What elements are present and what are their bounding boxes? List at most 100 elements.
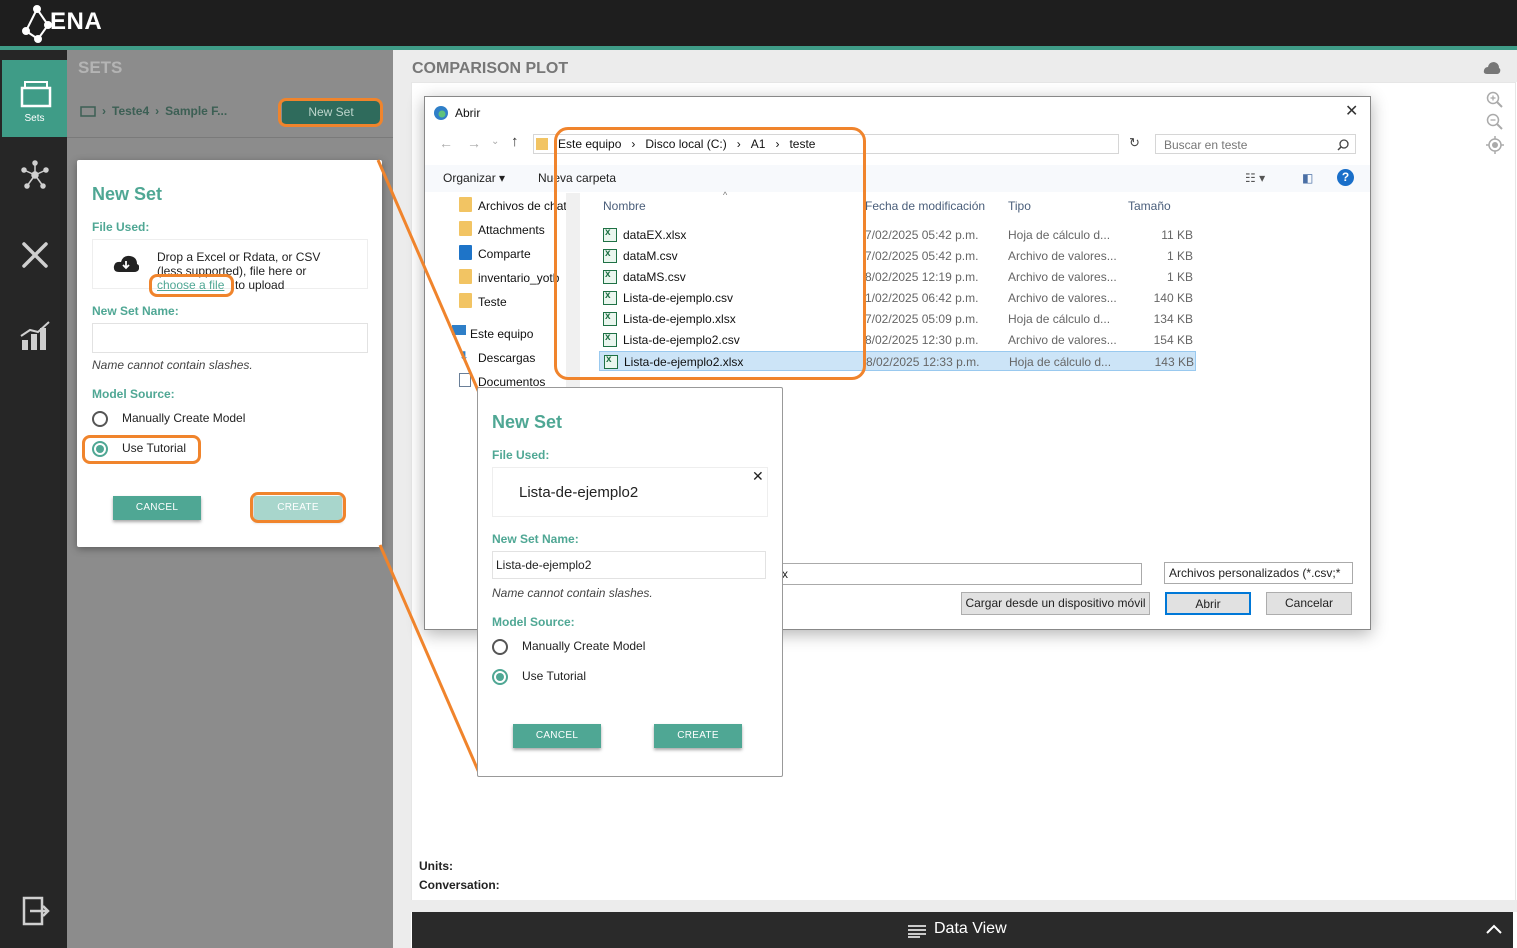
file-date: 8/02/2025 12:19 p.m.	[865, 270, 979, 284]
tools-icon[interactable]	[18, 238, 52, 272]
new-set-button[interactable]: New Set	[282, 101, 380, 124]
load-from-mobile-button[interactable]: Cargar desde un dispositivo móvil	[961, 592, 1150, 615]
chevron-up-icon[interactable]	[1486, 923, 1502, 935]
breadcrumb-item[interactable]: Sample F...	[165, 104, 227, 118]
path-segment[interactable]: Disco local (C:)	[645, 137, 726, 151]
back-arrow-icon[interactable]: ←	[439, 135, 453, 151]
sort-chevron-icon: ^	[723, 190, 728, 200]
view-options-icon[interactable]: ☷ ▾	[1245, 171, 1265, 185]
radio-manual-label: Manually Create Model	[122, 411, 246, 425]
file-type: Archivo de valores...	[1008, 249, 1117, 263]
computer-icon	[452, 325, 466, 335]
data-view-bar[interactable]: Data View	[412, 912, 1513, 948]
file-row[interactable]: dataM.csv 7/02/2025 05:42 p.m. Archivo d…	[599, 246, 1196, 266]
tree-item[interactable]: Comparte	[478, 247, 531, 261]
tree-item[interactable]: Este equipo	[470, 327, 533, 341]
new-set-name-label: New Set Name:	[492, 532, 579, 546]
dialog-title: New Set	[92, 184, 163, 204]
tree-item[interactable]: inventario_yotb	[478, 271, 566, 285]
search-icon	[1337, 139, 1349, 151]
choose-file-link[interactable]: choose a file	[157, 278, 224, 292]
file-row[interactable]: Lista-de-ejemplo.xlsx 7/02/2025 05:09 p.…	[599, 309, 1196, 329]
file-row[interactable]: dataEX.xlsx 7/02/2025 05:42 p.m. Hoja de…	[599, 225, 1196, 245]
file-name-input[interactable]: x	[777, 563, 1142, 585]
file-size: 1 KB	[1166, 249, 1193, 263]
file-row[interactable]: Lista-de-ejemplo2.csv 8/02/2025 12:30 p.…	[599, 330, 1196, 350]
search-input[interactable]: Buscar en teste	[1155, 134, 1356, 154]
file-row[interactable]: dataMS.csv 8/02/2025 12:19 p.m. Archivo …	[599, 267, 1196, 287]
cancel-button[interactable]: CANCEL	[513, 724, 601, 748]
file-type: Hoja de cálculo d...	[1008, 228, 1111, 242]
tree-item[interactable]: Descargas	[478, 351, 535, 365]
file-dropzone[interactable]: Drop a Excel or Rdata, or CSV (less supp…	[92, 239, 368, 292]
cloud-download-icon[interactable]	[1483, 61, 1501, 75]
column-header-type[interactable]: Tipo	[1008, 199, 1031, 213]
folder-icon	[536, 138, 548, 150]
close-icon[interactable]: ✕	[752, 468, 764, 485]
list-icon	[908, 925, 926, 938]
file-type-filter[interactable]: Archivos personalizados (*.csv;*	[1164, 562, 1353, 584]
logout-icon[interactable]	[18, 894, 52, 928]
column-header-date[interactable]: Fecha de modificación	[865, 199, 985, 213]
file-size: 143 KB	[1154, 355, 1194, 369]
sets-title: SETS	[78, 58, 123, 77]
forward-arrow-icon[interactable]: →	[467, 135, 481, 151]
up-arrow-icon[interactable]: ↑	[511, 133, 519, 150]
drop-instructions: Drop a Excel or Rdata, or CSV (less supp…	[157, 250, 321, 278]
tree-item[interactable]: Attachments	[478, 223, 545, 237]
column-header-size[interactable]: Tamaño	[1128, 199, 1171, 213]
plot-footer-bg	[393, 900, 1517, 912]
organize-label: Organizar	[443, 171, 496, 185]
file-row[interactable]: Lista-de-ejemplo.csv 1/02/2025 06:42 p.m…	[599, 288, 1196, 308]
file-type: Archivo de valores...	[1008, 333, 1117, 347]
folder-icon	[459, 269, 472, 284]
help-icon[interactable]: ?	[1337, 169, 1354, 186]
plot-gutter	[393, 50, 411, 948]
address-bar[interactable]: Este equipo › Disco local (C:) › A1 › teste	[533, 134, 1119, 154]
breadcrumb: › Teste4 › Sample F...	[80, 104, 227, 118]
radio-manual[interactable]	[92, 411, 108, 427]
file-name: Lista-de-ejemplo.xlsx	[623, 312, 736, 326]
radio-manual[interactable]	[492, 639, 508, 655]
path-segment[interactable]: Este equipo	[558, 137, 621, 151]
create-button[interactable]: CREATE	[654, 724, 742, 748]
open-button[interactable]: Abrir	[1165, 592, 1251, 615]
documents-icon	[459, 373, 471, 387]
recenter-icon[interactable]	[1485, 135, 1505, 155]
new-set-name-label: New Set Name:	[92, 304, 179, 318]
refresh-icon[interactable]: ↻	[1129, 135, 1140, 151]
chevron-down-icon[interactable]: ⌄	[491, 136, 499, 147]
file-row-selected[interactable]: Lista-de-ejemplo2.xlsx 8/02/2025 12:33 p…	[599, 351, 1196, 371]
preview-pane-icon[interactable]: ◧	[1302, 171, 1313, 185]
radio-tutorial[interactable]	[492, 669, 508, 685]
tree-item[interactable]: Archivos de chat	[478, 199, 566, 213]
radio-tutorial[interactable]	[92, 441, 108, 457]
path-segment[interactable]: A1	[751, 137, 766, 151]
radio-manual-label: Manually Create Model	[522, 639, 646, 653]
tree-item[interactable]: Teste	[478, 295, 507, 309]
box-icon	[80, 106, 96, 117]
stats-chart-icon[interactable]	[18, 318, 52, 352]
close-icon[interactable]: ✕	[1345, 101, 1358, 121]
new-set-name-input[interactable]: Lista-de-ejemplo2	[492, 551, 766, 579]
units-label: Units:	[419, 859, 453, 873]
breadcrumb-item[interactable]: Teste4	[112, 104, 149, 118]
cancel-button[interactable]: Cancelar	[1266, 592, 1352, 615]
zoom-out-icon[interactable]	[1486, 113, 1504, 131]
nav-item-sets[interactable]: Sets	[2, 60, 67, 137]
spreadsheet-icon	[604, 354, 618, 369]
new-set-dialog: New Set File Used: Drop a Excel or Rdata…	[77, 160, 382, 547]
path-segment[interactable]: teste	[789, 137, 815, 151]
radio-tutorial-label: Use Tutorial	[522, 669, 587, 683]
file-type: Archivo de valores...	[1008, 270, 1117, 284]
new-folder-button[interactable]: Nueva carpeta	[538, 171, 616, 185]
column-header-name[interactable]: Nombre	[603, 199, 646, 213]
zoom-in-icon[interactable]	[1486, 91, 1504, 109]
plot-title: COMPARISON PLOT	[412, 60, 569, 77]
spreadsheet-icon	[603, 290, 617, 305]
network-graph-icon[interactable]	[18, 158, 52, 192]
new-set-name-input[interactable]	[92, 323, 368, 353]
create-button[interactable]: CREATE	[254, 496, 342, 520]
cancel-button[interactable]: CANCEL	[113, 496, 201, 520]
organize-menu[interactable]: Organizar ▾	[443, 171, 505, 185]
